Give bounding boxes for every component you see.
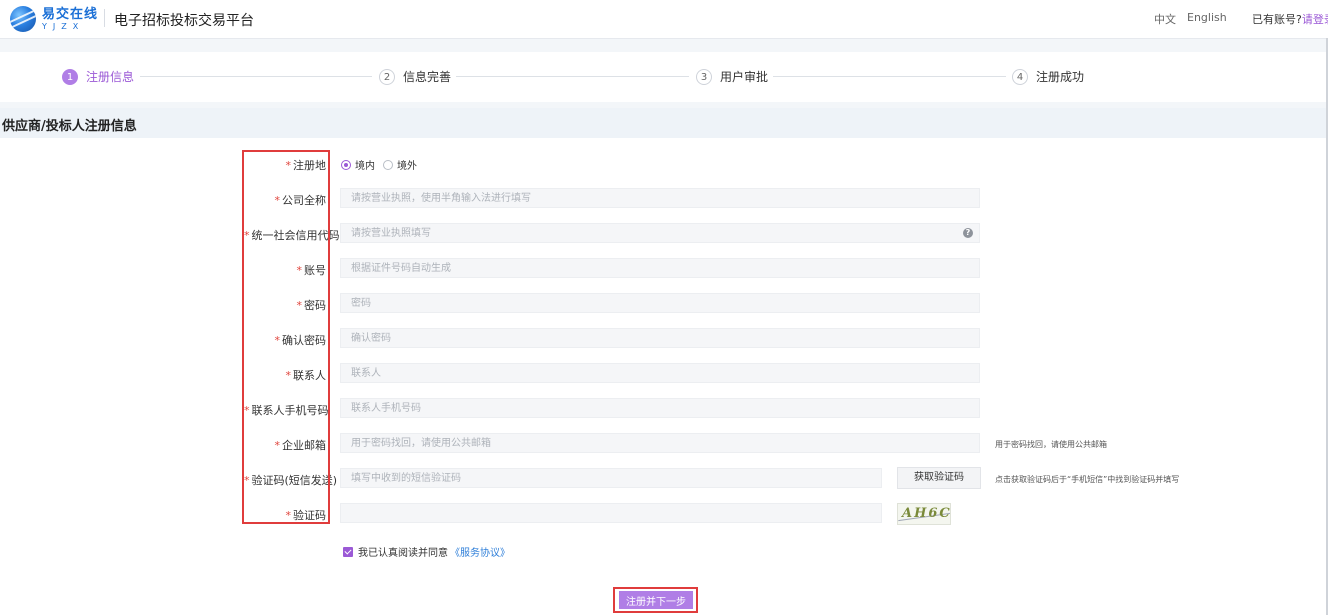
step-connector: [140, 76, 372, 77]
header-divider: [104, 9, 105, 27]
sms-code-label: * 验证码(短信发送): [244, 474, 338, 487]
step-label: 注册信息: [86, 70, 135, 84]
top-header: 易交在线 YJZX 电子招标投标交易平台 中文 English 已有账号?请登录: [0, 0, 1328, 39]
contact-input[interactable]: [340, 363, 980, 383]
logo-chinese-text: 易交在线: [42, 6, 99, 22]
agreement-row: 我已认真阅读并同意 《服务协议》: [343, 544, 510, 559]
step-label: 注册成功: [1036, 70, 1085, 84]
step-connector: [773, 76, 1006, 77]
password-label: * 密码: [296, 299, 327, 312]
step-number: 1: [62, 68, 78, 85]
step-number: 4: [1012, 68, 1028, 85]
captcha-label: * 验证码: [285, 509, 327, 522]
step-register-success: 4 注册成功: [1012, 68, 1084, 85]
contact-phone-label: * 联系人手机号码: [244, 404, 329, 417]
email-input[interactable]: [340, 433, 980, 453]
has-account-text: 已有账号?: [1252, 13, 1302, 26]
confirm-password-label: * 确认密码: [274, 334, 327, 347]
service-agreement-link[interactable]: 《服务协议》: [450, 544, 510, 559]
step-user-approval: 3 用户审批: [696, 68, 768, 85]
step-number: 3: [696, 68, 712, 85]
help-icon[interactable]: ?: [963, 228, 973, 238]
agreement-text: 我已认真阅读并同意: [358, 548, 448, 559]
language-english-link[interactable]: English: [1187, 11, 1227, 24]
site-logo[interactable]: 易交在线 YJZX: [10, 4, 100, 34]
region-label: * 注册地: [285, 159, 327, 172]
email-label: * 企业邮箱: [274, 439, 327, 452]
contact-phone-input[interactable]: [340, 398, 980, 418]
section-title: 供应商/投标人注册信息: [2, 119, 137, 134]
captcha-input[interactable]: [340, 503, 882, 523]
contact-label: * 联系人: [285, 369, 327, 382]
step-register-info: 1 注册信息: [62, 68, 134, 85]
get-sms-code-button[interactable]: 获取验证码: [897, 467, 981, 489]
registration-steps: 1 注册信息 2 信息完善 3 用户审批 4 注册成功: [0, 52, 1328, 102]
region-domestic-label[interactable]: 境内: [355, 157, 375, 172]
confirm-password-input[interactable]: [340, 328, 980, 348]
account-input[interactable]: [340, 258, 980, 278]
register-next-button[interactable]: 注册并下一步: [619, 591, 693, 609]
captcha-image[interactable]: AH6C: [897, 503, 951, 525]
agreement-checkbox[interactable]: [343, 546, 353, 557]
logo-english-text: YJZX: [42, 21, 85, 31]
account-label: * 账号: [296, 264, 327, 277]
company-name-input[interactable]: [340, 188, 980, 208]
credit-code-label: * 统一社会信用代码: [244, 229, 340, 242]
company-name-label: * 公司全称: [274, 194, 327, 207]
step-connector: [456, 76, 689, 77]
login-link[interactable]: 请登录: [1302, 13, 1328, 26]
sms-code-input[interactable]: [340, 468, 882, 488]
region-overseas-label[interactable]: 境外: [397, 157, 417, 172]
step-label: 信息完善: [403, 70, 452, 84]
account-prompt: 已有账号?请登录: [1252, 11, 1328, 27]
step-number: 2: [379, 68, 395, 85]
step-complete-info: 2 信息完善: [379, 68, 451, 85]
language-chinese-link[interactable]: 中文: [1154, 11, 1176, 27]
email-hint: 用于密码找回，请使用公共邮箱: [995, 440, 1107, 449]
globe-logo-icon: [10, 6, 36, 32]
platform-title: 电子招标投标交易平台: [114, 13, 254, 29]
credit-code-input[interactable]: [340, 223, 980, 243]
step-label: 用户审批: [720, 70, 769, 84]
captcha-text: AH6C: [902, 506, 951, 521]
sms-code-hint: 点击获取验证码后于“手机短信”中找到验证码并填写: [995, 475, 1180, 484]
section-header: 供应商/投标人注册信息: [0, 108, 1328, 138]
region-domestic-radio[interactable]: [341, 159, 351, 170]
password-input[interactable]: [340, 293, 980, 313]
region-radio-group: 境内 境外: [341, 157, 425, 172]
registration-form: *注册地 境内 境外 *公司全称 *统一社会信用代码 ? *账号 *密码 *确认…: [0, 138, 1328, 615]
region-overseas-radio[interactable]: [383, 159, 393, 170]
